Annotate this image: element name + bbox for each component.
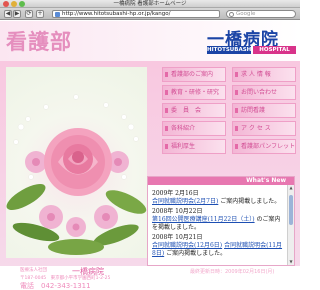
window-titlebar: 一橋病院 看護部ホームページ: [0, 0, 300, 8]
news-date: 2008年 10月22日: [152, 208, 203, 215]
news-item: 第16回公開医療講座(11月22日（土）) のご案内を掲載しました。: [152, 216, 283, 232]
news-item: 合同就職説明会(2月7日) ご案内掲載しました。: [152, 198, 283, 206]
news-item-text: ご案内掲載しました。: [166, 250, 227, 257]
menu-welfare[interactable]: 福利厚生: [162, 139, 226, 154]
hospital-logo-subtitle: HITOTSUBASHI HOSPITAL: [207, 46, 296, 54]
whats-new-list[interactable]: 2009年 2月16日 合同就職説明会(2月7日) ご案内掲載しました。 200…: [148, 185, 287, 265]
news-link[interactable]: 合同就職説明会(2月7日): [152, 198, 218, 205]
forward-button[interactable]: ▶: [13, 10, 21, 18]
main-content: 看護部のご案内 求 人 情 報 教育・研修・研究 お問い合わせ 委 員 会 訪問…: [0, 61, 300, 266]
menu-access[interactable]: ア ク セ ス: [232, 121, 296, 136]
department-logo[interactable]: 看護部: [6, 26, 72, 56]
back-button[interactable]: ◀: [4, 10, 12, 18]
footer-org-type: 医療法人社団: [20, 268, 47, 273]
whats-new-heading: What's New: [148, 177, 294, 185]
scroll-down-arrow-icon[interactable]: ▼: [288, 259, 294, 265]
search-placeholder: Google: [236, 11, 256, 17]
add-bookmark-button[interactable]: +: [36, 10, 44, 18]
scroll-up-arrow-icon[interactable]: ▲: [288, 185, 294, 191]
window-title: 一橋病院 看護部ホームページ: [113, 1, 187, 7]
browser-toolbar: ◀ ▶ ⟳ + http://www.hitotsubashi-hp.or.jp…: [0, 8, 300, 20]
address-bar[interactable]: http://www.hitotsubashi-hp.or.jp/kango/: [52, 10, 220, 18]
news-item-text: ご案内掲載しました。: [220, 198, 281, 205]
page-footer: 医療法人社団 一橋病院 〒187-0045 東京都小平市学園西町1-2-25 電…: [0, 266, 300, 290]
menu-contact[interactable]: お問い合わせ: [232, 85, 296, 100]
news-item: 合同就職説明会(12月6日) 合同就職説明会(11月8日) ご案内掲載しました。: [152, 242, 283, 258]
last-updated: 最終更新日時：2009年02月16日(月): [190, 269, 275, 275]
web-page: 看護部 一橋病院 HITOTSUBASHI HOSPITAL 看護部のご案内 求…: [0, 21, 300, 290]
hospital-suffix: HOSPITAL: [253, 46, 296, 54]
page-header: 看護部 一橋病院 HITOTSUBASHI HOSPITAL: [0, 21, 300, 61]
news-link[interactable]: 合同就職説明会(12月6日): [152, 242, 222, 249]
menu-job-info[interactable]: 求 人 情 報: [232, 67, 296, 82]
menu-department-guide[interactable]: 看護部のご案内: [162, 67, 226, 82]
scroll-thumb[interactable]: [289, 195, 293, 225]
rose-bouquet-image: [6, 67, 147, 258]
menu-pamphlet[interactable]: 看護部パンフレット: [232, 139, 296, 154]
search-input[interactable]: Google: [226, 10, 296, 18]
news-date: 2008年 10月21日: [152, 234, 203, 241]
menu-committee[interactable]: 委 員 会: [162, 103, 226, 118]
menu-home-nursing[interactable]: 訪問看護: [232, 103, 296, 118]
hospital-name-en: HITOTSUBASHI: [207, 46, 254, 54]
reload-button[interactable]: ⟳: [25, 10, 33, 18]
news-link[interactable]: 第16回公開医療講座(11月22日（土）): [152, 216, 255, 223]
footer-phone: 電話 042-343-1311: [20, 282, 91, 290]
address-text: http://www.hitotsubashi-hp.or.jp/kango/: [62, 11, 171, 17]
news-date: 2009年 2月16日: [152, 190, 199, 197]
menu-education-training[interactable]: 教育・研修・研究: [162, 85, 226, 100]
news-scrollbar[interactable]: ▲ ▼: [287, 185, 294, 265]
whats-new-panel: What's New 2009年 2月16日 合同就職説明会(2月7日) ご案内…: [147, 176, 295, 266]
page-icon: [55, 12, 60, 17]
search-icon: [229, 12, 234, 17]
menu-departments[interactable]: 各科紹介: [162, 121, 226, 136]
